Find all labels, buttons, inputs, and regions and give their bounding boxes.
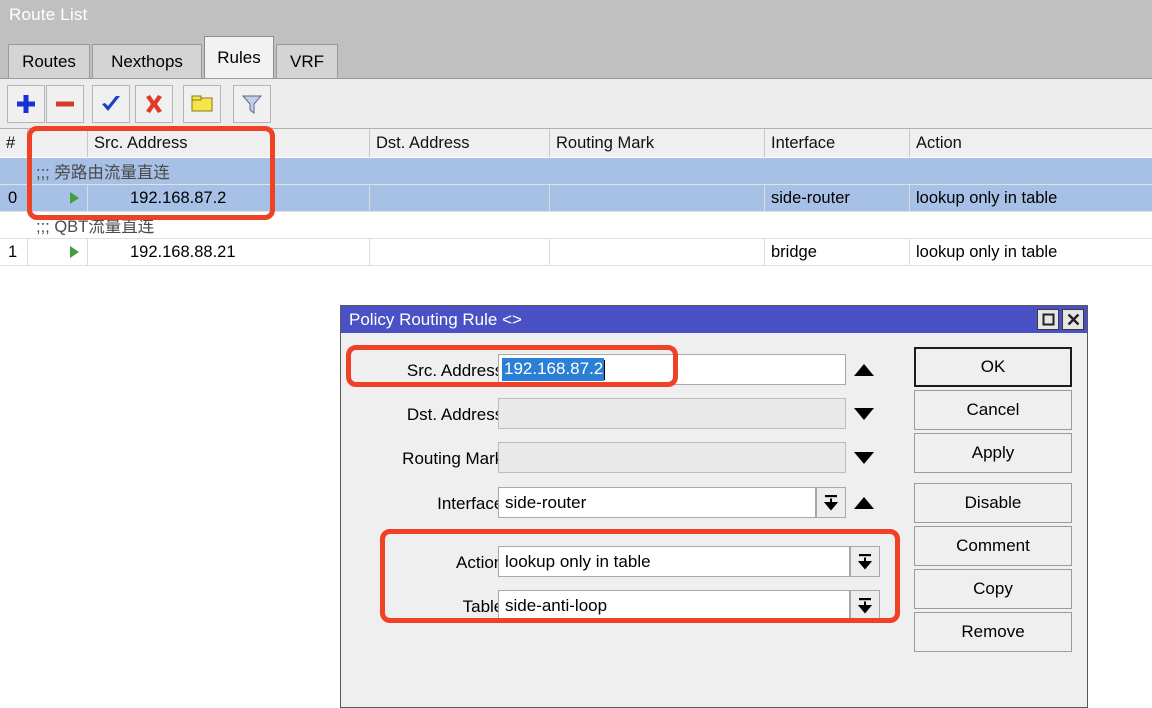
row-comment-text: ;;; QBT流量直连 [36,218,155,236]
column-header-src-address[interactable]: Src. Address [88,129,370,157]
action-label: Action: [456,553,508,572]
chevron-down-icon [854,408,874,420]
row-dst-address [370,239,550,265]
policy-routing-rule-dialog: Policy Routing Rule <> Src. Address: 192… [340,305,1088,708]
window-title: Route List [9,5,88,24]
row-routing-mark [550,239,765,265]
dropdown-arrow-icon [823,494,839,511]
interface-dropdown-button[interactable] [816,487,846,518]
remove-button[interactable] [46,85,84,123]
row-flag-cell [28,239,88,265]
src-address-value: 192.168.87.2 [502,358,605,381]
column-header-index[interactable]: # [0,129,28,157]
action-dropdown-button[interactable] [850,546,880,577]
row-flag-cell [28,185,88,211]
tab-rules[interactable]: Rules [204,36,274,78]
routing-mark-input[interactable] [498,442,846,473]
routing-mark-label: Routing Mark: [402,449,508,468]
rules-table: # Src. Address Dst. Address Routing Mark… [0,128,1152,288]
src-address-expand-arrow[interactable] [851,358,877,382]
check-icon [102,96,120,111]
maximize-button[interactable] [1037,309,1059,330]
row-routing-mark [550,185,765,211]
app-root: Route List Routes Nexthops Rules VRF # S… [0,0,1152,708]
tab-nexthops[interactable]: Nexthops [92,44,202,78]
add-button[interactable] [7,85,45,123]
row-src-address: 192.168.88.21 [88,239,370,265]
tab-vrf[interactable]: VRF [276,44,338,78]
row-action: lookup only in table [916,242,1058,261]
row-action: lookup only in table [916,188,1058,207]
plus-icon [17,95,35,113]
table-label: Table: [462,597,508,616]
table-header-row: # Src. Address Dst. Address Routing Mark… [0,128,1152,157]
cross-icon [146,95,162,113]
dialog-title: Policy Routing Rule <> [349,309,522,329]
cancel-button[interactable]: Cancel [914,390,1072,430]
dialog-window-buttons [1037,309,1084,330]
table-input[interactable]: side-anti-loop [498,590,850,621]
src-address-input[interactable]: 192.168.87.2 [498,354,846,385]
row-index: 1 [0,239,28,265]
minus-icon [56,101,74,107]
interface-expand-arrow[interactable] [851,491,877,515]
row-interface: side-router [765,185,910,211]
dropdown-arrow-icon [857,553,873,570]
tab-routes[interactable]: Routes [8,44,90,78]
comment-icon [191,95,213,112]
row-dst-address [370,185,550,211]
disable-button[interactable]: Disable [914,483,1072,523]
interface-label: Interface: [437,494,508,513]
window-titlebar: Route List [0,0,1152,30]
tab-strip: Routes Nexthops Rules VRF [0,30,1152,78]
green-triangle-icon [70,192,79,204]
src-address-label: Src. Address: [406,361,508,380]
table-dropdown-button[interactable] [850,590,880,621]
text-caret [604,359,606,380]
column-header-action[interactable]: Action [910,129,1152,157]
table-row-1[interactable]: 1 192.168.88.21 bridge lookup only in ta… [0,239,1152,266]
action-input[interactable]: lookup only in table [498,546,850,577]
dialog-titlebar[interactable]: Policy Routing Rule <> [341,306,1087,333]
dst-address-label: Dst. Address: [406,405,508,424]
comment-button[interactable]: Comment [914,526,1072,566]
table-row-0[interactable]: 0 192.168.87.2 side-router lookup only i… [0,185,1152,212]
column-header-interface[interactable]: Interface [765,129,910,157]
green-triangle-icon [70,246,79,258]
dropdown-arrow-icon [857,597,873,614]
column-header-routing-mark[interactable]: Routing Mark [550,129,765,157]
row-comment-text: ;;; 旁路由流量直连 [36,164,170,182]
chevron-up-icon [854,364,874,376]
copy-button[interactable]: Copy [914,569,1072,609]
filter-button[interactable] [233,85,271,123]
row-interface: bridge [765,239,910,265]
maximize-icon [1042,313,1054,326]
comment-button[interactable] [183,85,221,123]
table-row-comment-1[interactable]: ;;; QBT流量直连 [0,212,1152,239]
interface-input[interactable]: side-router [498,487,816,518]
close-button[interactable] [1062,309,1084,330]
disable-button[interactable] [135,85,173,123]
row-src-address: 192.168.87.2 [88,185,370,211]
chevron-up-icon [854,497,874,509]
routing-mark-expand-arrow[interactable] [851,446,877,470]
toolbar [0,78,1152,128]
table-row-comment-0[interactable]: ;;; 旁路由流量直连 [0,158,1152,185]
ok-button[interactable]: OK [914,347,1072,387]
apply-button[interactable]: Apply [914,433,1072,473]
remove-button[interactable]: Remove [914,612,1072,652]
dst-address-input[interactable] [498,398,846,429]
chevron-down-icon [854,452,874,464]
dst-address-expand-arrow[interactable] [851,402,877,426]
row-index: 0 [0,185,28,211]
close-icon [1067,313,1079,326]
enable-button[interactable] [92,85,130,123]
column-header-dst-address[interactable]: Dst. Address [370,129,550,157]
column-header-flags[interactable] [28,129,88,157]
filter-icon [241,95,263,114]
